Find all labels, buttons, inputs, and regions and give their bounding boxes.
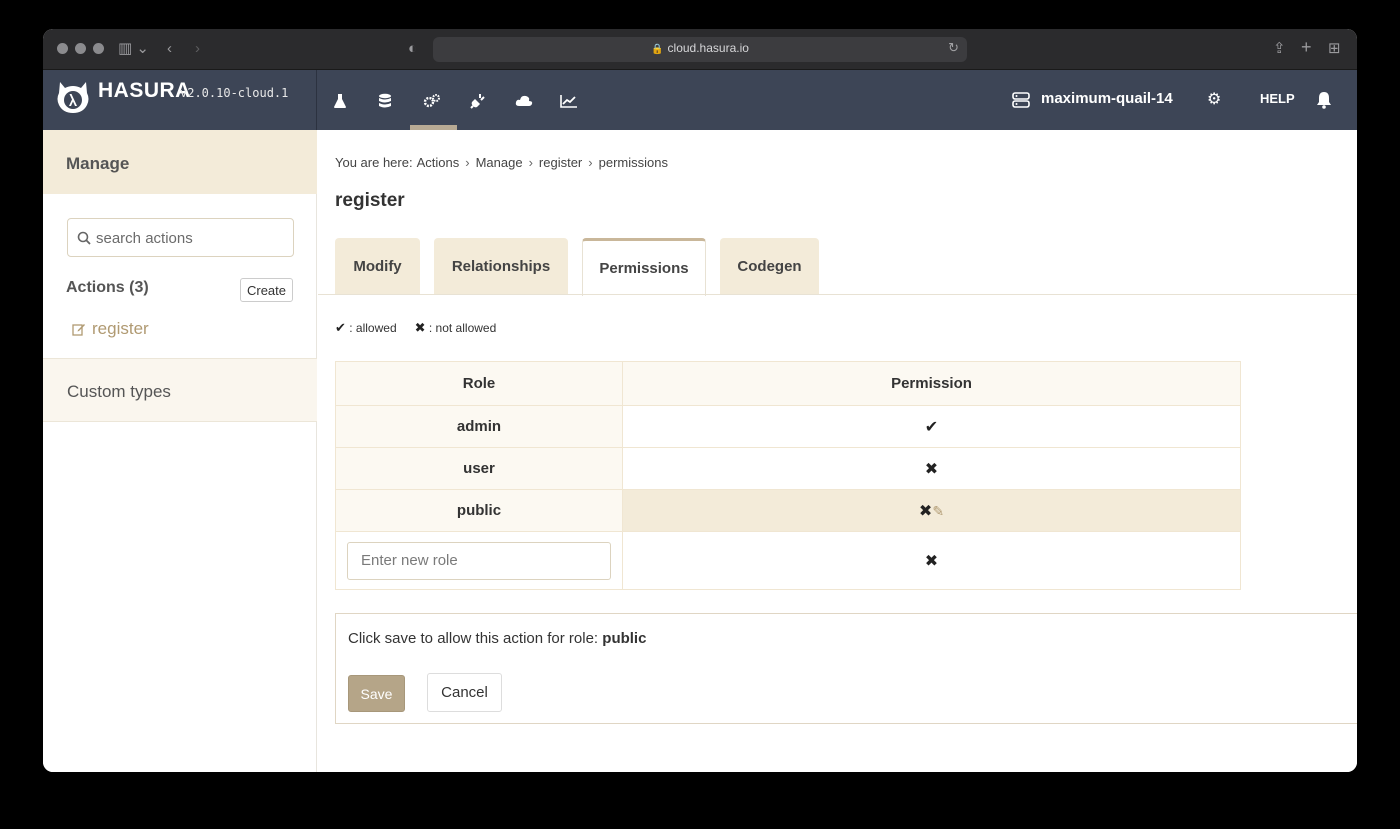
search-actions-input[interactable] bbox=[96, 227, 286, 249]
cancel-button[interactable]: Cancel bbox=[427, 673, 502, 712]
breadcrumb: You are here: Actions › Manage › register ›… bbox=[335, 155, 668, 170]
help-link[interactable]: HELP bbox=[1260, 91, 1295, 106]
new-tab-icon[interactable]: + bbox=[1301, 37, 1312, 57]
permission-edit-panel: Click save to allow this action for role… bbox=[335, 613, 1357, 724]
legend-not-allowed: : not allowed bbox=[428, 321, 497, 335]
privacy-shield-icon[interactable]: ◐ bbox=[408, 39, 417, 59]
breadcrumb-prefix: You are here: bbox=[335, 155, 413, 170]
notification-bell-icon[interactable] bbox=[1316, 91, 1332, 109]
reload-icon[interactable]: ↻ bbox=[948, 40, 959, 56]
cross-icon: ✖ bbox=[918, 502, 933, 520]
sidebar-item-register[interactable]: register bbox=[72, 319, 149, 339]
chevron-right-icon: › bbox=[588, 155, 593, 170]
flask-icon[interactable] bbox=[329, 90, 351, 112]
page-title: register bbox=[335, 190, 405, 211]
brand-name: HASURA bbox=[98, 79, 191, 102]
role-name: user bbox=[335, 447, 623, 490]
role-name: public bbox=[335, 489, 623, 532]
browser-window: ▥ ⌄ ‹ › ◐ 🔒 cloud.hasura.io ↻ ⇪ + ⊞ HASUR… bbox=[43, 29, 1357, 772]
chevron-right-icon: › bbox=[528, 155, 533, 170]
tab-modify[interactable]: Modify bbox=[335, 238, 420, 295]
hasura-logo-icon[interactable] bbox=[55, 79, 91, 115]
plug-icon[interactable] bbox=[467, 90, 489, 112]
permission-cell[interactable]: ✖ bbox=[622, 531, 1241, 590]
tab-permissions[interactable]: Permissions bbox=[582, 238, 706, 296]
server-icon bbox=[1012, 92, 1030, 108]
table-row: admin ✔ bbox=[335, 405, 1241, 448]
checkmark-icon: ✔ bbox=[335, 320, 346, 335]
settings-gear-icon[interactable]: ⚙ bbox=[1207, 89, 1221, 109]
permission-cell[interactable]: ✖ bbox=[622, 447, 1241, 490]
tabs-divider bbox=[318, 294, 1357, 295]
brand: HASURA v2.0.10-cloud.1 bbox=[43, 70, 317, 130]
tab-codegen[interactable]: Codegen bbox=[720, 238, 819, 295]
save-button[interactable]: Save bbox=[348, 675, 405, 712]
window-controls bbox=[57, 43, 104, 54]
actions-gears-icon[interactable] bbox=[421, 90, 443, 112]
main-content: You are here: Actions › Manage › register ›… bbox=[318, 130, 1357, 772]
close-window-button[interactable] bbox=[57, 43, 68, 54]
zoom-window-button[interactable] bbox=[93, 43, 104, 54]
tab-relationships[interactable]: Relationships bbox=[434, 238, 568, 295]
edit-icon bbox=[72, 324, 85, 336]
permission-cell-selected[interactable]: ✖✎ bbox=[622, 489, 1241, 532]
cross-icon: ✖ bbox=[924, 552, 939, 570]
lock-icon: 🔒 bbox=[651, 44, 664, 55]
breadcrumb-item-manage[interactable]: Manage bbox=[476, 155, 523, 170]
search-icon bbox=[77, 231, 91, 245]
address-bar[interactable]: 🔒 cloud.hasura.io ↻ bbox=[433, 37, 967, 62]
manage-header[interactable]: Manage bbox=[43, 130, 317, 194]
create-action-button[interactable]: Create bbox=[240, 278, 293, 302]
custom-types-label: Custom types bbox=[67, 382, 171, 401]
table-row: public ✖✎ bbox=[335, 489, 1241, 532]
breadcrumb-item-register[interactable]: register bbox=[539, 155, 582, 170]
tab-overview-icon[interactable]: ⊞ bbox=[1328, 39, 1341, 59]
permission-column-header: Permission bbox=[622, 361, 1241, 406]
legend-allowed: : allowed bbox=[349, 321, 397, 335]
forward-icon[interactable]: › bbox=[195, 39, 200, 59]
sidebar-toggle-icon[interactable]: ▥ ⌄ bbox=[118, 39, 149, 59]
custom-types-section[interactable]: Custom types bbox=[43, 358, 317, 422]
top-navigation: HASURA v2.0.10-cloud.1 maximum-quail-14 … bbox=[43, 70, 1357, 130]
pencil-icon: ✎ bbox=[932, 502, 945, 519]
new-role-row: ✖ bbox=[335, 531, 1241, 590]
breadcrumb-item-actions[interactable]: Actions bbox=[417, 155, 460, 170]
cross-icon: ✖ bbox=[414, 320, 426, 335]
share-icon[interactable]: ⇪ bbox=[1273, 39, 1286, 59]
role-name: admin bbox=[335, 405, 623, 448]
version-label: v2.0.10-cloud.1 bbox=[180, 86, 289, 100]
new-role-cell bbox=[335, 531, 623, 590]
minimize-window-button[interactable] bbox=[75, 43, 86, 54]
role-column-header: Role bbox=[335, 361, 623, 406]
actions-heading: Actions (3) bbox=[66, 279, 149, 296]
save-message-text: Click save to allow this action for role… bbox=[348, 630, 599, 647]
new-role-input[interactable] bbox=[347, 541, 611, 580]
chevron-right-icon: › bbox=[465, 155, 470, 170]
database-icon[interactable] bbox=[374, 90, 396, 112]
url-text: cloud.hasura.io bbox=[667, 41, 749, 55]
chart-icon[interactable] bbox=[558, 90, 580, 112]
permission-legend: ✔ : allowed ✖ : not allowed bbox=[335, 320, 496, 336]
sidebar: Manage Actions (3) Create register Custo… bbox=[43, 130, 317, 772]
breadcrumb-item-permissions: permissions bbox=[598, 155, 668, 170]
sidebar-item-label: register bbox=[92, 319, 149, 338]
save-message-role: public bbox=[602, 630, 647, 647]
checkmark-icon: ✔ bbox=[924, 418, 939, 436]
project-name[interactable]: maximum-quail-14 bbox=[1041, 90, 1173, 107]
search-box bbox=[67, 218, 294, 257]
cross-icon: ✖ bbox=[924, 460, 939, 478]
save-message: Click save to allow this action for role… bbox=[348, 630, 646, 647]
manage-label: Manage bbox=[66, 154, 130, 173]
browser-toolbar: ▥ ⌄ ‹ › ◐ 🔒 cloud.hasura.io ↻ ⇪ + ⊞ bbox=[43, 29, 1357, 70]
permission-cell[interactable]: ✔ bbox=[622, 405, 1241, 448]
permissions-table: Role Permission admin ✔ user ✖ public ✖✎… bbox=[335, 361, 1241, 590]
cloud-icon[interactable] bbox=[513, 90, 535, 112]
back-icon[interactable]: ‹ bbox=[167, 39, 172, 59]
table-row: user ✖ bbox=[335, 447, 1241, 490]
table-header-row: Role Permission bbox=[335, 361, 1241, 406]
